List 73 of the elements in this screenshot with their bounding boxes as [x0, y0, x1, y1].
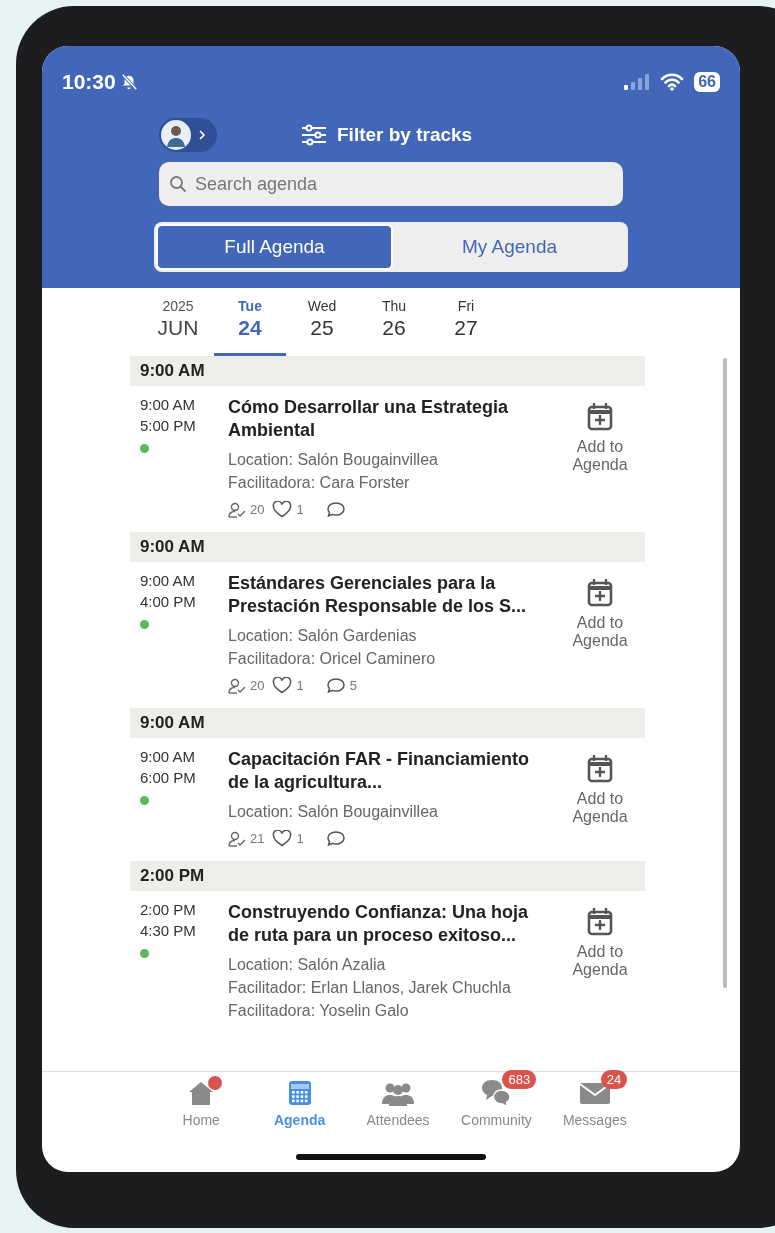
add-to-agenda-button[interactable]: Add to Agenda — [555, 396, 645, 475]
calendar-plus-icon — [587, 907, 613, 937]
session-title[interactable]: Estándares Gerenciales para la Prestación Responsable de los S... — [228, 572, 553, 618]
segment-tab[interactable]: Full Agenda — [156, 224, 393, 270]
time-group-header: 9:00 AM — [130, 532, 645, 562]
attendee-count: 20 — [250, 678, 265, 693]
person-check-icon — [228, 830, 246, 847]
avatar-icon — [161, 120, 191, 150]
comment-icon[interactable] — [325, 501, 346, 518]
session-detail: Facilitadora: Oricel Caminero — [228, 650, 437, 668]
calendar-plus-icon — [587, 402, 613, 432]
signal-icon — [624, 74, 651, 90]
heart-icon[interactable] — [272, 830, 293, 847]
session-title[interactable]: Construyendo Confianza: Una hoja de ruta para un proceso exitoso... — [228, 901, 553, 947]
session-detail: Location: Salón Bougainvillea — [228, 451, 439, 469]
tab-bar-item[interactable]: Home — [152, 1072, 251, 1154]
tab-bar-item[interactable]: Agenda — [250, 1072, 349, 1154]
end-time: 6:00 PM — [140, 769, 197, 786]
like-count: 1 — [296, 678, 304, 693]
session-detail: Facilitador: Erlan Llanos, Jarek Chuchla — [228, 979, 512, 997]
filter-button[interactable]: Filter by tracks — [295, 123, 479, 147]
session-title[interactable]: Capacitación FAR - Financiamiento de la agricultura... — [228, 748, 553, 794]
tab-bar-item[interactable]: 24 Messages — [545, 1072, 645, 1154]
segment-tab[interactable]: My Agenda — [393, 224, 626, 270]
session-title[interactable]: Cómo Desarrollar una Estrategia Ambiental — [228, 396, 553, 442]
heart-icon[interactable] — [272, 501, 293, 518]
calendar-plus-icon — [587, 754, 613, 784]
search-field[interactable]: Search agenda — [159, 162, 623, 206]
day-tab[interactable]: Thu 26 — [358, 288, 430, 356]
add-to-agenda-button[interactable]: Add to Agenda — [555, 748, 645, 827]
like-count: 1 — [296, 831, 304, 846]
time-group-header: 9:00 AM — [130, 356, 645, 386]
year-label: 2025 — [162, 298, 194, 314]
heart-icon[interactable] — [272, 677, 293, 694]
attendee-count: 21 — [250, 831, 265, 846]
tab-bar-item[interactable]: Attendees — [348, 1072, 448, 1154]
person-check-icon — [228, 501, 246, 518]
person-check-icon — [228, 677, 246, 694]
day-tab[interactable]: Fri 27 — [430, 288, 502, 356]
time-group-header: 2:00 PM — [130, 861, 645, 891]
end-time: 4:00 PM — [140, 593, 197, 610]
search-icon — [169, 175, 187, 193]
wifi-icon — [660, 73, 685, 91]
tab-bar-item[interactable]: 683 Community — [447, 1072, 546, 1154]
time-group-header: 9:00 AM — [130, 708, 645, 738]
add-to-agenda-button[interactable]: Add to Agenda — [555, 572, 645, 651]
like-count: 1 — [296, 502, 304, 517]
end-time: 4:30 PM — [140, 922, 197, 939]
start-time: 9:00 AM — [140, 572, 197, 589]
end-time: 5:00 PM — [140, 417, 197, 434]
session-detail: Location: Salón Azalia — [228, 956, 387, 974]
session-detail: Location: Salón Bougainvillea — [228, 803, 439, 821]
comment-count: 5 — [349, 678, 357, 693]
session-detail: Facilitadora: Yoselin Galo — [228, 1002, 410, 1020]
attendee-count: 20 — [250, 502, 265, 517]
start-time: 9:00 AM — [140, 396, 197, 413]
month-label: JUN — [157, 316, 199, 340]
bell-off-icon — [119, 73, 138, 91]
session-detail: Facilitadora: Cara Forster — [228, 474, 411, 492]
start-time: 2:00 PM — [140, 901, 197, 918]
session-detail: Location: Salón Gardenias — [228, 627, 418, 645]
sliders-icon — [301, 124, 327, 146]
profile-button[interactable] — [159, 118, 217, 152]
status-time: 10:30 — [62, 70, 116, 94]
calendar-plus-icon — [587, 578, 613, 608]
count-badge: 24 — [600, 1070, 628, 1089]
add-to-agenda-button[interactable]: Add to Agenda — [555, 901, 645, 980]
count-badge: 683 — [502, 1070, 537, 1089]
comment-icon[interactable] — [325, 677, 346, 694]
comment-icon[interactable] — [325, 830, 346, 847]
start-time: 9:00 AM — [140, 748, 197, 765]
battery-level: 66 — [694, 72, 720, 92]
day-tab[interactable]: Wed 25 — [286, 288, 358, 356]
